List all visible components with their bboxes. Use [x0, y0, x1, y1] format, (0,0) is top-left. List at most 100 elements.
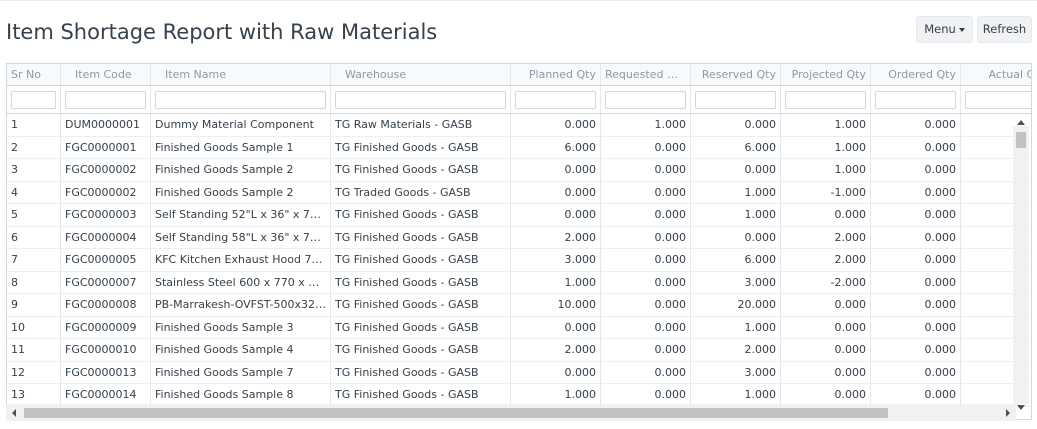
cell-warehouse[interactable]: TG Finished Goods - GASB [331, 204, 511, 226]
cell-planned-qty[interactable]: 0.000 [511, 316, 601, 338]
cell-sr-no[interactable]: 4 [7, 181, 61, 203]
cell-reserved-qty[interactable]: 20.000 [691, 294, 781, 316]
table-row[interactable]: 5 FGC0000003 Self Standing 52"L x 36" x 76… [7, 204, 1031, 227]
cell-planned-qty[interactable]: 1.000 [511, 384, 601, 406]
arrow-down-icon[interactable] [1017, 405, 1025, 410]
cell-planned-qty[interactable]: 10.000 [511, 294, 601, 316]
table-row[interactable]: 12 FGC0000013 Finished Goods Sample 7 TG Fi… [7, 361, 1031, 384]
cell-projected-qty[interactable]: 2.000 [781, 226, 871, 248]
cell-requested-qty[interactable]: 0.000 [601, 226, 691, 248]
table-row[interactable]: 1 DUM0000001 Dummy Material Component TG Ra… [7, 114, 1031, 137]
cell-reserved-qty[interactable]: 0.000 [691, 226, 781, 248]
table-row[interactable]: 6 FGC0000004 Self Standing 58"L x 36" x 76… [7, 226, 1031, 249]
filter-input-ordered-qty[interactable] [875, 91, 956, 109]
cell-item-name[interactable]: Finished Goods Sample 8 [151, 384, 331, 406]
cell-requested-qty[interactable]: 0.000 [601, 204, 691, 226]
cell-warehouse[interactable]: TG Finished Goods - GASB [331, 136, 511, 158]
cell-sr-no[interactable]: 7 [7, 249, 61, 271]
cell-sr-no[interactable]: 5 [7, 204, 61, 226]
vertical-scrollbar[interactable] [1013, 120, 1029, 410]
cell-item-name[interactable]: Self Standing 52"L x 36" x 76"H 4 V... [151, 204, 331, 226]
column-header-item-name[interactable]: Item Name [151, 64, 331, 85]
cell-projected-qty[interactable]: 2.000 [781, 249, 871, 271]
cell-item-code[interactable]: FGC0000003 [61, 204, 151, 226]
column-header-sr-no[interactable]: Sr No [7, 64, 61, 85]
cell-planned-qty[interactable]: 0.000 [511, 361, 601, 383]
column-header-reserved-qty[interactable]: Reserved Qty [691, 64, 781, 85]
table-row[interactable]: 7 FGC0000005 KFC Kitchen Exhaust Hood 78"L… [7, 249, 1031, 272]
cell-ordered-qty[interactable]: 0.000 [871, 204, 961, 226]
column-header-ordered-qty[interactable]: Ordered Qty [871, 64, 961, 85]
cell-planned-qty[interactable]: 0.000 [511, 159, 601, 181]
cell-reserved-qty[interactable]: 1.000 [691, 316, 781, 338]
cell-projected-qty[interactable]: 0.000 [781, 294, 871, 316]
filter-input-item-code[interactable] [65, 91, 146, 109]
filter-input-sr-no[interactable] [11, 91, 56, 109]
table-row[interactable]: 9FGC0000008PB-Marrakesh-OVFST-500x325x87… [7, 294, 1031, 317]
filter-input-warehouse[interactable] [335, 91, 506, 109]
cell-ordered-qty[interactable]: 0.000 [871, 249, 961, 271]
table-row[interactable]: 2 FGC0000001 Finished Goods Sample 1 TG Fin… [7, 136, 1031, 159]
filter-input-reserved-qty[interactable] [695, 91, 776, 109]
cell-ordered-qty[interactable]: 0.000 [871, 181, 961, 203]
cell-planned-qty[interactable]: 2.000 [511, 339, 601, 361]
table-row[interactable]: 8 FGC0000007 Stainless Steel 600 x 770 x 9… [7, 271, 1031, 294]
cell-sr-no[interactable]: 1 [7, 114, 61, 136]
cell-planned-qty[interactable]: 0.000 [511, 204, 601, 226]
cell-warehouse[interactable]: TG Finished Goods - GASB [331, 249, 511, 271]
cell-sr-no[interactable]: 3 [7, 159, 61, 181]
cell-item-name[interactable]: Finished Goods Sample 1 [151, 136, 331, 158]
cell-sr-no[interactable]: 2 [7, 136, 61, 158]
cell-item-name[interactable]: Finished Goods Sample 2 [151, 181, 331, 203]
cell-ordered-qty[interactable]: 0.000 [871, 271, 961, 293]
cell-reserved-qty[interactable]: 1.000 [691, 204, 781, 226]
cell-warehouse[interactable]: TG Traded Goods - GASB [331, 181, 511, 203]
menu-button[interactable]: Menu [916, 16, 973, 43]
cell-requested-qty[interactable]: 0.000 [601, 294, 691, 316]
cell-sr-no[interactable]: 6 [7, 226, 61, 248]
cell-reserved-qty[interactable]: 3.000 [691, 271, 781, 293]
cell-item-name[interactable]: Finished Goods Sample 7 [151, 361, 331, 383]
cell-projected-qty[interactable]: 1.000 [781, 136, 871, 158]
cell-requested-qty[interactable]: 0.000 [601, 384, 691, 406]
filter-input-actual-qty[interactable] [965, 91, 1031, 109]
cell-sr-no[interactable]: 8 [7, 271, 61, 293]
cell-requested-qty[interactable]: 0.000 [601, 249, 691, 271]
table-row[interactable]: 11 FGC0000010 Finished Goods Sample 4 TG Fi… [7, 339, 1031, 362]
cell-projected-qty[interactable]: 1.000 [781, 159, 871, 181]
arrow-right-icon[interactable] [1006, 409, 1010, 417]
cell-warehouse[interactable]: TG Finished Goods - GASB [331, 339, 511, 361]
filter-input-planned-qty[interactable] [515, 91, 596, 109]
cell-item-code[interactable]: FGC0000005 [61, 249, 151, 271]
cell-planned-qty[interactable]: 6.000 [511, 136, 601, 158]
cell-item-name[interactable]: Finished Goods Sample 3 [151, 316, 331, 338]
cell-sr-no[interactable]: 11 [7, 339, 61, 361]
cell-requested-qty[interactable]: 0.000 [601, 316, 691, 338]
cell-requested-qty[interactable]: 0.000 [601, 136, 691, 158]
cell-ordered-qty[interactable]: 0.000 [871, 136, 961, 158]
arrow-up-icon[interactable] [1017, 120, 1025, 125]
cell-item-code[interactable]: FGC0000014 [61, 384, 151, 406]
cell-warehouse[interactable]: TG Finished Goods - GASB [331, 294, 511, 316]
cell-requested-qty[interactable]: 0.000 [601, 339, 691, 361]
cell-sr-no[interactable]: 12 [7, 361, 61, 383]
horizontal-scroll-thumb[interactable] [24, 408, 888, 418]
cell-requested-qty[interactable]: 0.000 [601, 361, 691, 383]
cell-item-name[interactable]: Stainless Steel 600 x 770 x 900 Sin... [151, 271, 331, 293]
cell-ordered-qty[interactable]: 0.000 [871, 294, 961, 316]
cell-item-name[interactable]: Self Standing 58"L x 36" x 76"H 4 V... [151, 226, 331, 248]
cell-item-name[interactable]: PB-Marrakesh-OVFST-500x325x87... [151, 294, 331, 316]
horizontal-scrollbar[interactable] [6, 404, 1016, 421]
cell-projected-qty[interactable]: -1.000 [781, 181, 871, 203]
cell-reserved-qty[interactable]: 1.000 [691, 181, 781, 203]
cell-projected-qty[interactable]: 0.000 [781, 204, 871, 226]
cell-ordered-qty[interactable]: 0.000 [871, 114, 961, 136]
table-row[interactable]: 4 FGC0000002 Finished Goods Sample 2 TG Tra… [7, 181, 1031, 204]
cell-planned-qty[interactable]: 0.000 [511, 114, 601, 136]
cell-item-name[interactable]: Finished Goods Sample 2 [151, 159, 331, 181]
column-header-planned-qty[interactable]: Planned Qty [511, 64, 601, 85]
cell-warehouse[interactable]: TG Finished Goods - GASB [331, 316, 511, 338]
refresh-button[interactable]: Refresh [977, 16, 1032, 43]
cell-reserved-qty[interactable]: 0.000 [691, 159, 781, 181]
cell-ordered-qty[interactable]: 0.000 [871, 361, 961, 383]
